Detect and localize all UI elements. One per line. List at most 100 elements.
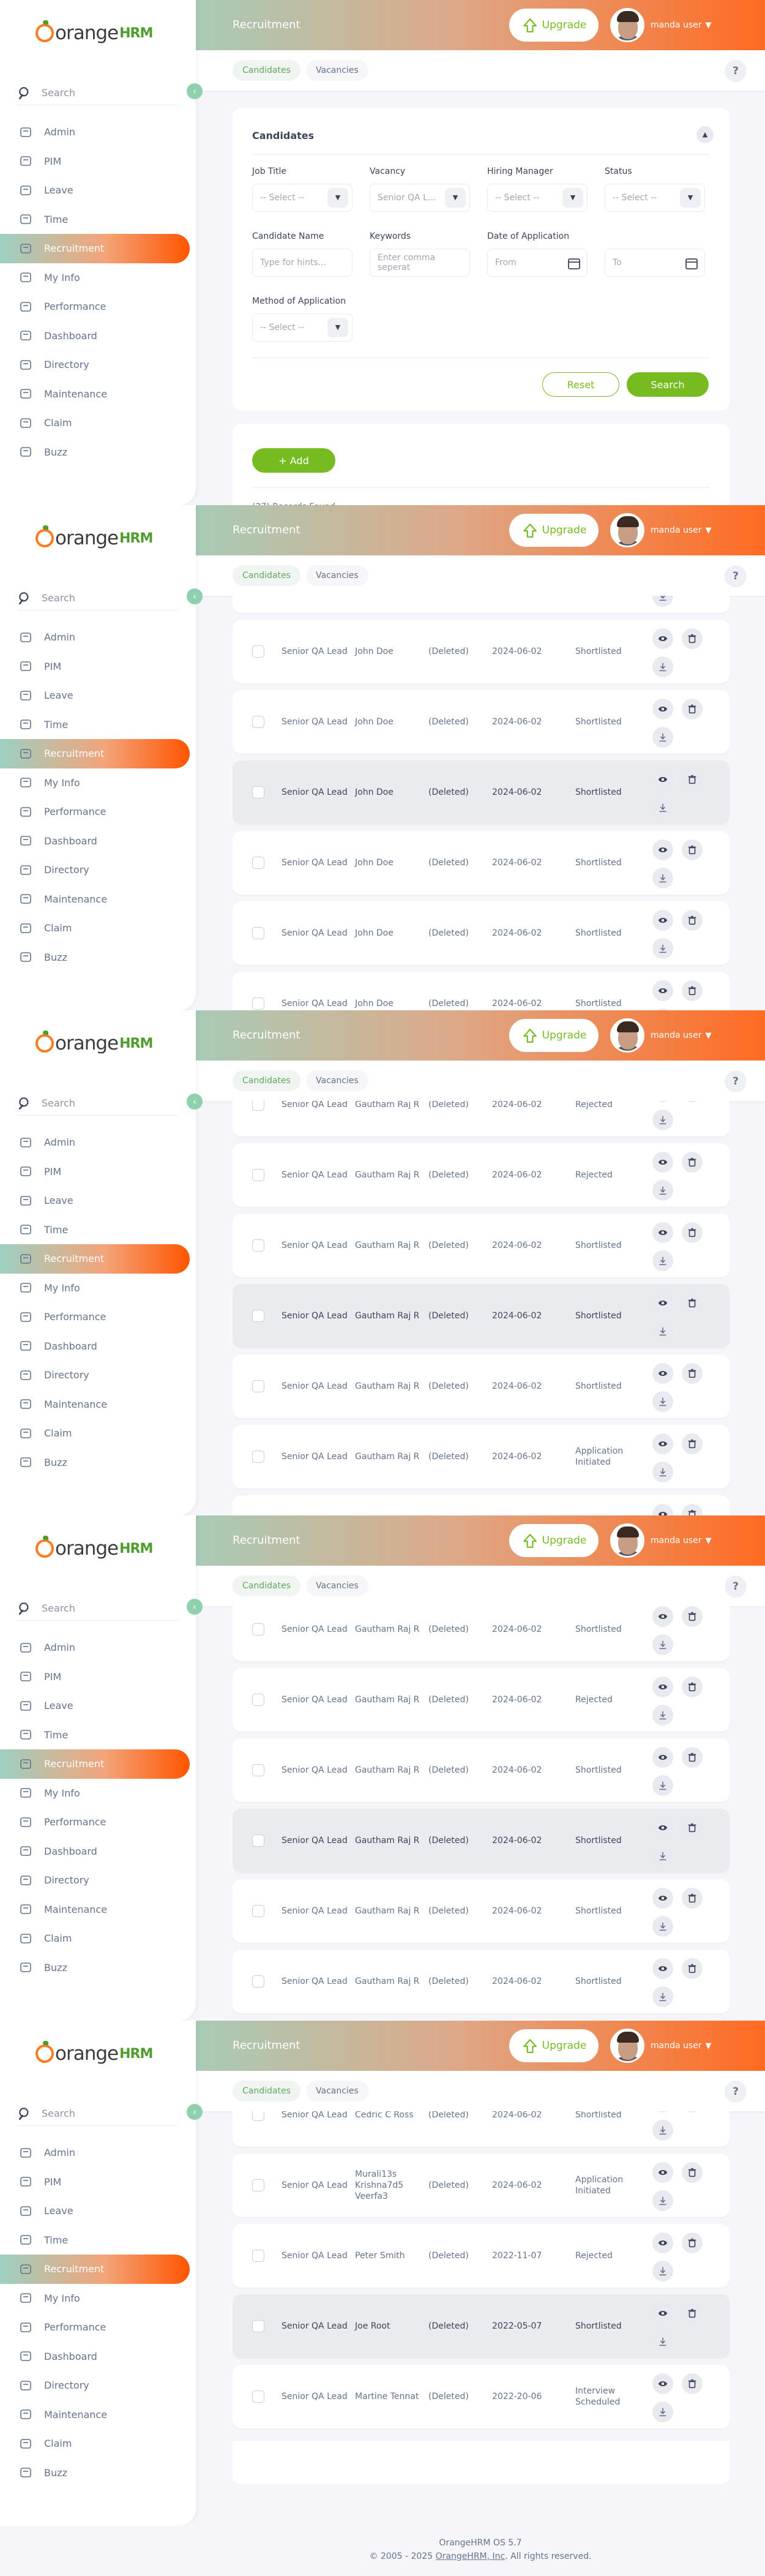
upgrade-button[interactable]: Upgrade [509, 1019, 599, 1052]
view-button[interactable] [652, 980, 673, 1001]
user-dropdown[interactable]: manda user ▼ [610, 1520, 722, 1561]
sidebar-item-maintenance[interactable]: Maintenance [0, 885, 190, 914]
sidebar-item-claim[interactable]: Claim [0, 1924, 190, 1953]
download-button[interactable] [652, 797, 673, 818]
tab-candidates[interactable]: Candidates [233, 60, 300, 81]
table-row[interactable]: Senior QA Lead John Doe (Deleted) 2024-06-0… [233, 690, 730, 754]
row-checkbox[interactable] [252, 716, 264, 728]
calendar-icon[interactable] [685, 257, 698, 270]
date-to-input[interactable]: To [605, 249, 705, 277]
view-button[interactable] [652, 1888, 673, 1909]
view-button[interactable] [652, 769, 673, 790]
download-button[interactable] [652, 1110, 673, 1130]
date-from-input[interactable]: From [487, 249, 588, 277]
candidate-name-input[interactable]: Type for hints... [252, 249, 353, 277]
status-select[interactable]: -- Select -- ▼ [605, 184, 705, 212]
sidebar-item-my-info[interactable]: My Info [0, 768, 190, 798]
sidebar-item-time[interactable]: Time [0, 710, 190, 740]
sidebar-item-admin[interactable]: Admin [0, 623, 190, 652]
row-checkbox[interactable] [252, 2250, 264, 2262]
delete-button[interactable] [682, 1747, 703, 1768]
table-row[interactable]: Senior QA Lead Cedric C Ross (Deleted) 2024… [233, 2111, 730, 2147]
sidebar-item-my-info[interactable]: My Info [0, 1274, 190, 1303]
help-button[interactable]: ? [725, 1575, 747, 1598]
sidebar-item-recruitment[interactable]: Recruitment [0, 1749, 190, 1779]
delete-button[interactable] [682, 1958, 703, 1979]
sidebar-item-pim[interactable]: PIM [0, 2168, 190, 2197]
view-button[interactable] [652, 1433, 673, 1454]
reset-button[interactable]: Reset [542, 372, 619, 397]
table-row[interactable]: Senior QA Lead Gautham Raj R (Deleted) 2024… [233, 1143, 730, 1207]
sidebar-item-time[interactable]: Time [0, 1215, 190, 1245]
view-button[interactable] [652, 1363, 673, 1384]
sidebar-item-my-info[interactable]: My Info [0, 1779, 190, 1808]
view-button[interactable] [652, 910, 673, 931]
sidebar-item-buzz[interactable]: Buzz [0, 1953, 190, 1983]
download-button[interactable] [652, 2331, 673, 2352]
sidebar-item-buzz[interactable]: Buzz [0, 943, 190, 972]
sidebar-item-recruitment[interactable]: Recruitment [0, 1244, 190, 1274]
help-button[interactable]: ? [725, 1070, 747, 1092]
company-link[interactable]: OrangeHRM, Inc [436, 2552, 506, 2561]
download-button[interactable] [652, 2120, 673, 2141]
sidebar-item-admin[interactable]: Admin [0, 118, 190, 147]
row-checkbox[interactable] [252, 1101, 264, 1111]
download-button[interactable] [652, 1916, 673, 1937]
row-checkbox[interactable] [252, 1239, 264, 1252]
delete-button[interactable] [682, 1677, 703, 1697]
row-checkbox[interactable] [252, 1764, 264, 1776]
sidebar-item-time[interactable]: Time [0, 205, 190, 235]
row-checkbox[interactable] [252, 2390, 264, 2403]
view-button[interactable] [652, 2303, 673, 2324]
keywords-input[interactable]: Enter comma seperat [370, 249, 470, 277]
sidebar-item-pim[interactable]: PIM [0, 652, 190, 682]
view-button[interactable] [652, 699, 673, 719]
tab-vacancies[interactable]: Vacancies [306, 1070, 368, 1091]
download-button[interactable] [652, 2190, 673, 2211]
sidebar-item-directory[interactable]: Directory [0, 1361, 190, 1390]
sidebar-item-maintenance[interactable]: Maintenance [0, 2400, 190, 2430]
sidebar-item-buzz[interactable]: Buzz [0, 2458, 190, 2488]
sidebar-item-dashboard[interactable]: Dashboard [0, 321, 190, 351]
tab-vacancies[interactable]: Vacancies [306, 2081, 368, 2101]
table-row[interactable]: Senior QA Lead Gautham Raj R (Deleted) 2024… [233, 1284, 730, 1348]
sidebar-item-directory[interactable]: Directory [0, 855, 190, 885]
vacancy-select[interactable]: Senior QA L... ▼ [370, 184, 470, 212]
sidebar-item-dashboard[interactable]: Dashboard [0, 1837, 190, 1866]
delete-button[interactable] [682, 980, 703, 1001]
delete-button[interactable] [682, 2232, 703, 2253]
user-dropdown[interactable]: manda user ▼ [610, 5, 722, 45]
row-checkbox[interactable] [252, 786, 264, 798]
job-title-select[interactable]: -- Select -- ▼ [252, 184, 353, 212]
tab-vacancies[interactable]: Vacancies [306, 1575, 368, 1596]
collapse-sidebar-button[interactable]: ‹ [187, 1094, 203, 1110]
row-checkbox[interactable] [252, 1694, 264, 1706]
table-row[interactable]: Senior QA Lead Joe Root (Deleted) 2022-05-0… [233, 2294, 730, 2358]
delete-button[interactable] [682, 1504, 703, 1515]
download-button[interactable] [652, 1634, 673, 1655]
table-row[interactable]: Senior QA Lead Peter Smith (Deleted) 2022-1… [233, 2224, 730, 2288]
download-button[interactable] [652, 868, 673, 888]
sidebar-item-leave[interactable]: Leave [0, 1691, 190, 1721]
sidebar-search-input[interactable]: Search [17, 1091, 177, 1116]
sidebar-item-my-info[interactable]: My Info [0, 2284, 190, 2313]
table-row[interactable]: Senior QA Lead Murali13s Krishna7d5 Veerf… [233, 2154, 730, 2217]
upgrade-button[interactable]: Upgrade [509, 2029, 599, 2062]
table-row[interactable]: Senior QA Lead Gautham Raj R (Deleted) 2024… [233, 1101, 730, 1136]
view-button[interactable] [652, 1101, 673, 1102]
delete-button[interactable] [682, 1222, 703, 1243]
sidebar-item-directory[interactable]: Directory [0, 1866, 190, 1895]
table-row[interactable]: Senior QA Lead Gautham Raj R (Deleted) 2024… [233, 1354, 730, 1418]
download-button[interactable] [652, 1846, 673, 1866]
download-button[interactable] [652, 2401, 673, 2422]
sidebar-item-buzz[interactable]: Buzz [0, 438, 190, 467]
view-button[interactable] [652, 1677, 673, 1697]
view-button[interactable] [652, 1606, 673, 1627]
collapse-sidebar-button[interactable]: ‹ [187, 83, 203, 99]
sidebar-item-claim[interactable]: Claim [0, 1419, 190, 1448]
row-checkbox[interactable] [252, 1905, 264, 1917]
download-button[interactable] [652, 1775, 673, 1796]
row-checkbox[interactable] [252, 927, 264, 939]
sidebar-item-maintenance[interactable]: Maintenance [0, 1895, 190, 1924]
sidebar-item-admin[interactable]: Admin [0, 2138, 190, 2168]
